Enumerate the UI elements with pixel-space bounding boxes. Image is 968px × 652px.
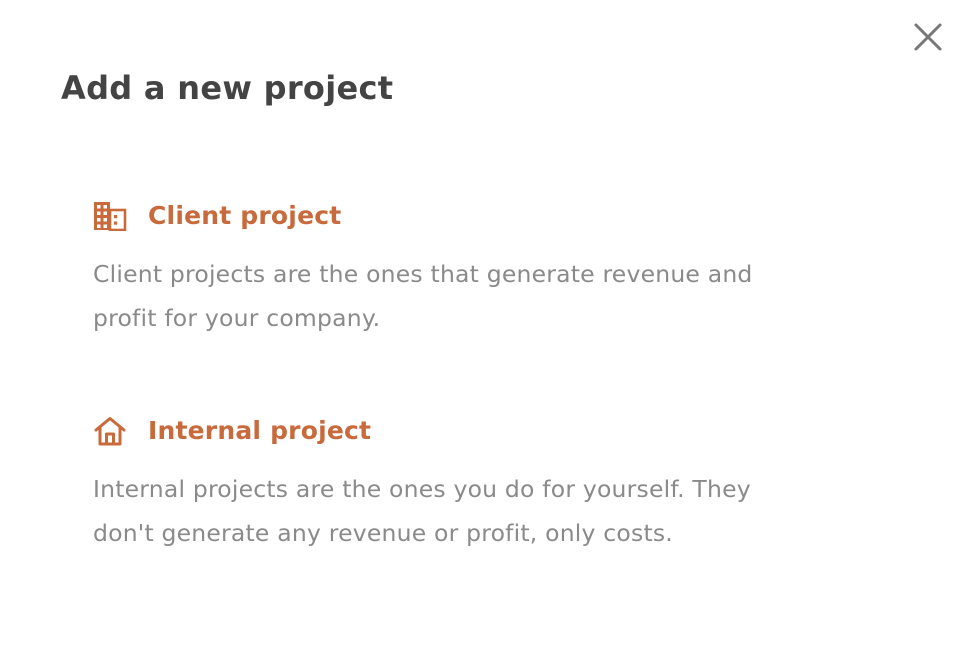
internal-project-option[interactable]: Internal project Internal projects are t…: [93, 411, 793, 555]
client-project-description: Client projects are the ones that genera…: [93, 260, 753, 332]
add-project-dialog: Add a new project Client project Client …: [0, 0, 968, 652]
dialog-title: Add a new project: [61, 69, 394, 107]
internal-project-description: Internal projects are the ones you do fo…: [93, 475, 751, 547]
internal-project-header: Internal project: [93, 411, 793, 451]
client-project-title: Client project: [148, 201, 342, 230]
client-project-header: Client project: [93, 196, 793, 236]
internal-project-title: Internal project: [148, 416, 372, 445]
building-icon: [93, 200, 129, 232]
close-icon: [914, 23, 942, 51]
home-icon: [93, 415, 129, 447]
client-project-option[interactable]: Client project Client projects are the o…: [93, 196, 793, 340]
close-button[interactable]: [908, 20, 948, 54]
